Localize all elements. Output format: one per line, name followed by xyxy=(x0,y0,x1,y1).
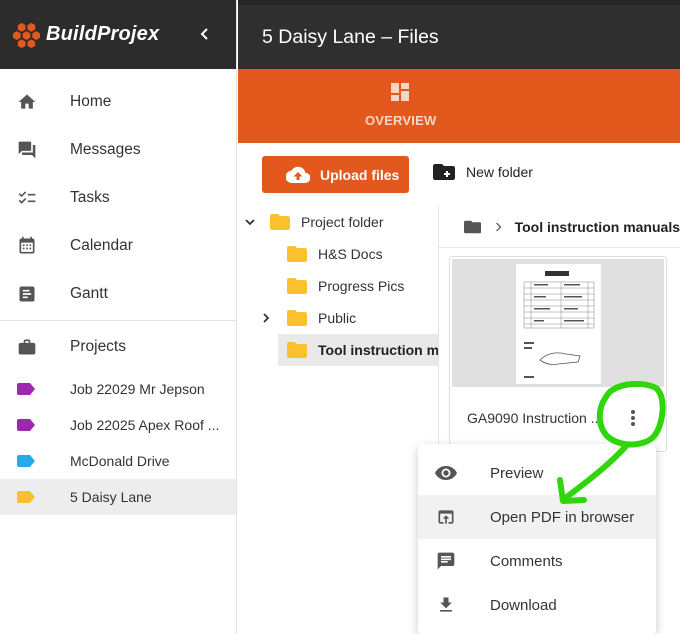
honeycomb-logo-icon xyxy=(13,22,40,48)
tree-node-hs-docs[interactable]: H&S Docs xyxy=(238,238,438,270)
tree-node-label: Public xyxy=(318,310,357,326)
pdf-page-preview xyxy=(516,264,601,384)
project-item[interactable]: Job 22025 Apex Roof ... xyxy=(0,407,236,443)
collapse-sidebar-chevron-left-icon[interactable] xyxy=(198,24,210,44)
sidebar-divider xyxy=(0,320,236,321)
project-tag-icon xyxy=(17,455,35,467)
eye-icon xyxy=(435,462,457,484)
nav-item-home[interactable]: Home xyxy=(0,78,236,126)
tree-node-project-folder[interactable]: Project folder xyxy=(238,206,438,238)
file-thumbnail[interactable] xyxy=(452,259,664,387)
project-label: McDonald Drive xyxy=(70,453,170,469)
projects-label: Projects xyxy=(70,338,126,355)
tree-node-label: H&S Docs xyxy=(318,246,383,262)
top-bar: 5 Daisy Lane – Files xyxy=(238,0,680,69)
tab-overview[interactable]: OVERVIEW xyxy=(365,83,437,128)
gantt-icon xyxy=(17,284,37,304)
download-icon xyxy=(435,594,457,616)
project-tag-icon xyxy=(17,419,35,431)
chevron-right-icon[interactable] xyxy=(260,312,272,324)
file-name: GA9090 Instruction ... xyxy=(467,410,603,426)
folder-tree: Project folder H&S Docs Progress Pics Pu… xyxy=(238,206,438,366)
section-ribbon: OVERVIEW xyxy=(238,69,680,143)
menu-item-open-pdf-in-browser[interactable]: Open PDF in browser xyxy=(418,495,656,539)
project-item[interactable]: McDonald Drive xyxy=(0,443,236,479)
nav-label-tasks: Tasks xyxy=(70,189,110,206)
sidebar: BuildProjex Home Messages Tasks Calendar… xyxy=(0,0,237,634)
tab-overview-label: OVERVIEW xyxy=(365,113,437,128)
menu-item-label: Comments xyxy=(490,552,563,570)
project-item[interactable]: Job 22029 Mr Jepson xyxy=(0,371,236,407)
chevron-down-icon[interactable] xyxy=(244,216,256,228)
nav-item-gantt[interactable]: Gantt xyxy=(0,270,236,318)
tree-node-label: Tool instruction manuals xyxy=(318,342,438,358)
project-label: Job 22025 Apex Roof ... xyxy=(70,417,220,433)
project-item-active[interactable]: 5 Daisy Lane xyxy=(0,479,236,515)
brand-name: BuildProjex xyxy=(46,23,160,45)
comment-icon xyxy=(435,550,457,572)
menu-item-label: Preview xyxy=(490,464,544,482)
tree-node-label: Project folder xyxy=(301,214,384,230)
home-icon xyxy=(17,92,37,112)
checklist-icon xyxy=(17,188,37,208)
nav-label-gantt: Gantt xyxy=(70,285,108,302)
menu-item-preview[interactable]: Preview xyxy=(418,451,656,495)
project-tag-icon xyxy=(17,491,35,503)
chevron-right-icon xyxy=(496,222,502,231)
folder-icon xyxy=(287,342,307,358)
breadcrumb: Tool instruction manuals xyxy=(439,206,680,248)
nav-label-home: Home xyxy=(70,93,112,110)
tree-node-label: Progress Pics xyxy=(318,278,405,294)
menu-item-label: Download xyxy=(490,596,557,614)
nav-item-messages[interactable]: Messages xyxy=(0,126,236,174)
nav-label-messages: Messages xyxy=(70,141,141,158)
folder-icon xyxy=(287,246,307,262)
tree-node-public[interactable]: Public xyxy=(238,302,438,334)
nav-item-calendar[interactable]: Calendar xyxy=(0,222,236,270)
cloud-upload-icon xyxy=(286,166,310,183)
file-card[interactable]: GA9090 Instruction ... xyxy=(449,256,667,452)
folder-icon xyxy=(270,214,290,230)
calendar-icon xyxy=(17,236,37,256)
new-folder-label: New folder xyxy=(466,164,533,180)
folder-icon xyxy=(287,278,307,294)
brand-bar: BuildProjex xyxy=(0,0,236,69)
breadcrumb-current[interactable]: Tool instruction manuals xyxy=(515,219,680,235)
tree-node-tool-instruction-manuals[interactable]: Tool instruction manuals xyxy=(278,334,438,366)
briefcase-icon xyxy=(17,337,37,357)
dashboard-icon xyxy=(391,83,409,101)
menu-item-label: Open PDF in browser xyxy=(490,508,635,526)
nav-item-tasks[interactable]: Tasks xyxy=(0,174,236,222)
menu-item-comments[interactable]: Comments xyxy=(418,539,656,583)
more-vert-icon[interactable] xyxy=(625,406,641,430)
upload-files-label: Upload files xyxy=(320,166,400,183)
project-label: 5 Daisy Lane xyxy=(70,489,152,505)
project-label: Job 22029 Mr Jepson xyxy=(70,381,205,397)
chat-icon xyxy=(17,140,37,160)
tree-node-progress-pics[interactable]: Progress Pics xyxy=(238,270,438,302)
open-in-browser-icon xyxy=(435,506,457,528)
folder-icon xyxy=(287,310,307,326)
page-title: 5 Daisy Lane – Files xyxy=(262,26,439,48)
project-tag-icon xyxy=(17,383,35,395)
new-folder-button[interactable]: New folder xyxy=(433,163,533,181)
new-folder-icon xyxy=(433,164,455,180)
nav-label-calendar: Calendar xyxy=(70,237,133,254)
projects-header[interactable]: Projects xyxy=(0,323,236,371)
folder-root-icon[interactable] xyxy=(464,218,482,236)
menu-item-download[interactable]: Download xyxy=(418,583,656,627)
upload-files-button[interactable]: Upload files xyxy=(262,156,409,193)
file-context-menu: Preview Open PDF in browser Comments Dow… xyxy=(418,444,656,634)
